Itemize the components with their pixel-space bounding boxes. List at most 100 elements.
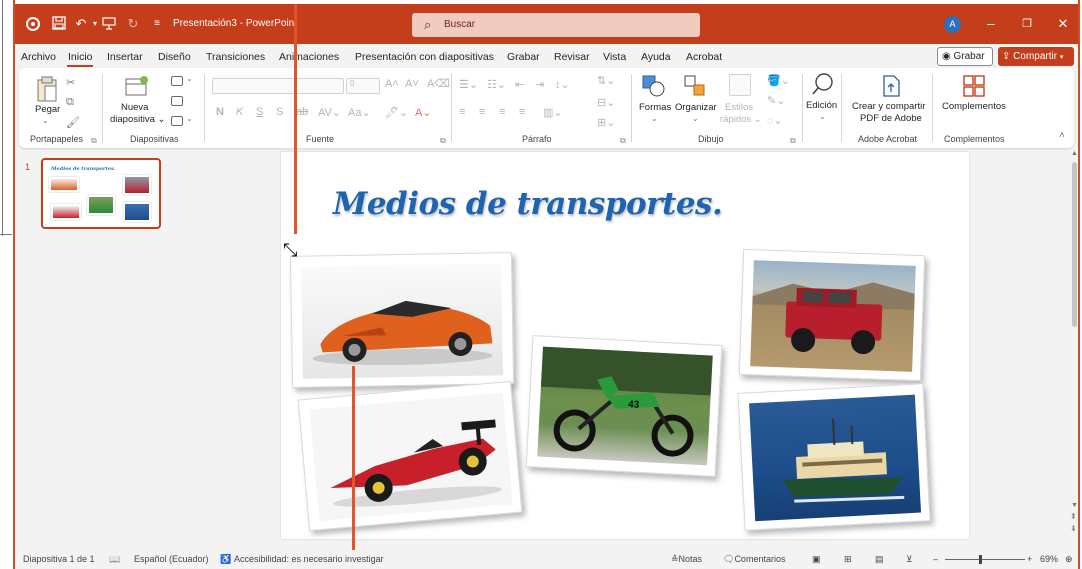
reset-slide-icon[interactable] (171, 96, 183, 106)
character-spacing-icon[interactable]: AV⌄ (318, 106, 341, 119)
dialog-launcher-icon[interactable]: ⧉ (91, 136, 97, 146)
powerpoint-window: ↶ ▾ ↻ ≡ Presentación3 - PowerPoint ⌕ Bus… (15, 4, 1078, 569)
redo-icon[interactable]: ↻ (125, 16, 141, 32)
align-left-icon[interactable]: ≡ (459, 106, 465, 118)
shape-effects-icon[interactable]: ◌⌄ (767, 114, 783, 127)
justify-icon[interactable]: ≡ (519, 106, 525, 118)
align-text-icon[interactable]: ⊟⌄ (597, 96, 615, 109)
zoom-slider[interactable] (945, 559, 1025, 560)
zoom-in-icon[interactable]: + (1027, 554, 1032, 564)
language-status[interactable]: Español (Ecuador) (134, 554, 209, 564)
text-direction-icon[interactable]: ⇅⌄ (597, 74, 615, 87)
chevron-down-icon[interactable]: ⌄ (186, 114, 193, 123)
font-size-select[interactable]: 0 (346, 78, 380, 94)
font-color-icon[interactable]: A⌄ (415, 106, 432, 119)
notes-button[interactable]: ≙Notas (671, 554, 702, 565)
red-jeep-photo[interactable] (738, 248, 926, 382)
dialog-launcher-icon[interactable]: ⧉ (440, 136, 446, 146)
zoom-slider-thumb[interactable] (979, 555, 982, 564)
slide-sorter-icon[interactable]: ⊞ (844, 554, 852, 565)
align-right-icon[interactable]: ≡ (499, 106, 505, 118)
minimize-icon[interactable]: – (983, 15, 999, 33)
presenter-icon[interactable] (101, 16, 117, 32)
accessibility-status[interactable]: Accesibilidad: es necesario investigar (234, 554, 384, 564)
scrollbar-thumb[interactable] (1072, 162, 1077, 327)
tab-acrobat[interactable]: Acrobat (686, 51, 722, 63)
orange-sports-car-photo[interactable] (289, 252, 515, 388)
spellcheck-icon[interactable]: 📖 (109, 554, 120, 565)
change-case-icon[interactable]: Aa⌄ (348, 106, 371, 119)
quick-styles-icon (729, 74, 751, 96)
font-family-select[interactable] (212, 78, 344, 94)
close-icon[interactable]: ✕ (1055, 15, 1071, 33)
ferry-boat-photo[interactable] (737, 383, 931, 531)
save-icon[interactable] (51, 16, 67, 32)
tab-animaciones[interactable]: Animaciones (279, 51, 339, 63)
underline-button[interactable]: S (256, 106, 263, 118)
restore-icon[interactable]: ❐ (1019, 15, 1035, 33)
section-icon[interactable] (171, 116, 183, 126)
tab-revisar[interactable]: Revisar (554, 51, 590, 63)
zoom-out-icon[interactable]: – (933, 554, 938, 564)
increase-indent-icon[interactable]: ⇥ (535, 78, 544, 91)
tab-inicio[interactable]: Inicio (68, 51, 93, 63)
fit-to-window-icon[interactable]: ⊕ (1065, 554, 1073, 565)
tab-grabar[interactable]: Grabar (507, 51, 540, 63)
shapes-label: Formas (639, 102, 672, 113)
normal-view-icon[interactable]: ▣ (812, 554, 821, 565)
align-center-icon[interactable]: ≡ (479, 106, 485, 118)
grow-font-icon[interactable]: A˄ (385, 78, 399, 90)
shape-outline-icon[interactable]: ✎⌄ (767, 94, 785, 107)
slide-canvas[interactable]: Medios de transportes. 43 (281, 152, 969, 539)
strikethrough-icon[interactable]: ab (296, 106, 308, 118)
record-button[interactable]: ◉ Grabar (937, 47, 993, 66)
highlight-icon[interactable]: 🖊⌄ (385, 106, 408, 119)
clear-formatting-icon[interactable]: A⌫ (427, 77, 450, 90)
cut-icon[interactable]: ✂ (66, 76, 75, 89)
share-button[interactable]: ⇪ Compartir ▾ (998, 47, 1074, 66)
shape-fill-icon[interactable]: 🪣⌄ (767, 74, 790, 87)
search-input[interactable]: ⌕ Buscar (412, 13, 700, 37)
tab-vista[interactable]: Vista (603, 51, 626, 63)
comments-button[interactable]: 🗨Comentarios (723, 554, 785, 565)
tab-insertar[interactable]: Insertar (107, 51, 143, 63)
green-dirt-bike-photo[interactable]: 43 (525, 335, 723, 477)
scroll-down-icon[interactable]: ▼ (1071, 502, 1078, 509)
tab-diseno[interactable]: Diseño (158, 51, 191, 63)
tab-archivo[interactable]: Archivo (21, 51, 56, 63)
zoom-level[interactable]: 69% (1040, 554, 1058, 564)
bullets-icon[interactable]: ☰⌄ (459, 78, 478, 91)
slide-title[interactable]: Medios de transportes. (333, 186, 723, 222)
copilot-icon[interactable] (25, 16, 41, 32)
numbering-icon[interactable]: ☷⌄ (487, 78, 506, 91)
copy-icon[interactable]: ⧉ (66, 96, 74, 109)
tab-ayuda[interactable]: Ayuda (641, 51, 671, 63)
shadow-button[interactable]: S (276, 106, 283, 118)
format-painter-icon[interactable]: 🖌 (66, 116, 80, 129)
reading-view-icon[interactable]: ▤ (875, 554, 884, 565)
chevron-down-icon: ⌄ (819, 112, 826, 121)
next-slide-icon[interactable]: ⇟ (1070, 524, 1077, 533)
chevron-down-icon[interactable]: ⌄ (186, 74, 193, 83)
scroll-up-icon[interactable]: ▲ (1071, 150, 1078, 157)
tab-transiciones[interactable]: Transiciones (206, 51, 265, 63)
slide-thumbnail[interactable]: Medios de transportes. (41, 158, 161, 229)
decrease-indent-icon[interactable]: ⇤ (515, 78, 524, 91)
layout-icon[interactable] (171, 76, 183, 86)
tab-presentacion[interactable]: Presentación con diapositivas (355, 51, 494, 63)
dialog-launcher-icon[interactable]: ⧉ (790, 136, 796, 146)
dialog-launcher-icon[interactable]: ⧉ (620, 136, 626, 146)
shrink-font-icon[interactable]: A˅ (405, 78, 419, 90)
red-formula-one-car-photo[interactable] (297, 380, 523, 532)
slideshow-icon[interactable]: ⊻ (906, 554, 913, 565)
line-spacing-icon[interactable]: ↕⌄ (555, 78, 570, 91)
italic-button[interactable]: K (236, 106, 243, 118)
vertical-scrollbar[interactable]: ▲ ▼ ⇞ ⇟ (1069, 150, 1078, 544)
smartart-icon[interactable]: ⊞⌄ (597, 116, 615, 129)
columns-icon[interactable]: ▥⌄ (543, 106, 563, 119)
bold-button[interactable]: N (216, 106, 224, 118)
avatar[interactable]: A (944, 16, 961, 33)
collapse-ribbon-icon[interactable]: ˄ (1059, 130, 1065, 141)
customize-qat-icon[interactable]: ≡ (149, 16, 165, 32)
previous-slide-icon[interactable]: ⇞ (1070, 512, 1077, 521)
